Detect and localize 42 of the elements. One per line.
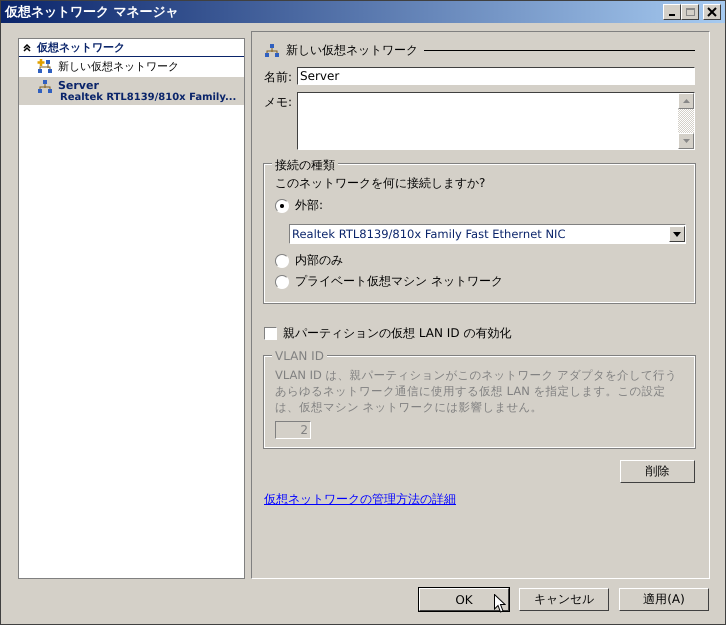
name-field[interactable]: Server xyxy=(297,67,695,85)
cursor-icon xyxy=(494,594,506,613)
sidebar-header[interactable]: 仮想ネットワーク xyxy=(19,39,244,57)
radio-label: プライベート仮想マシン ネットワーク xyxy=(295,273,503,290)
dialog-button[interactable]: 適用(A) xyxy=(619,588,709,611)
help-link[interactable]: 仮想ネットワークの管理方法の詳細 xyxy=(264,491,456,508)
section-title: 仮想ネットワーク xyxy=(37,40,125,55)
scrollbar[interactable] xyxy=(678,93,694,149)
scroll-up-icon xyxy=(682,99,690,103)
memo-field[interactable] xyxy=(297,92,695,150)
radio-label: 外部: xyxy=(295,197,324,214)
panel-title: 新しい仮想ネットワーク xyxy=(286,42,418,59)
sidebar-item[interactable]: 新しい仮想ネットワーク xyxy=(19,57,244,77)
dialog-button[interactable]: キャンセル xyxy=(519,588,609,611)
window-title: 仮想ネットワーク マネージャ xyxy=(5,4,180,21)
group-title: VLAN ID xyxy=(272,349,327,363)
field-label: メモ: xyxy=(264,94,291,111)
maximize-button[interactable] xyxy=(681,4,699,20)
minimize-button[interactable] xyxy=(663,4,681,20)
network-icon xyxy=(264,42,280,58)
adapter-dropdown[interactable]: Realtek RTL8139/810x Family Fast Ethernet NIC xyxy=(289,224,686,244)
radio-button[interactable] xyxy=(275,274,289,288)
radio-label: 内部のみ xyxy=(295,252,343,269)
checkbox-label: 親パーティションの仮想 LAN ID の有効化 xyxy=(283,325,512,342)
dialog-button[interactable]: OK xyxy=(419,588,509,611)
scroll-down-icon xyxy=(682,139,690,143)
close-icon xyxy=(707,7,717,17)
group-title: 接続の種類 xyxy=(272,157,338,174)
maximize-icon xyxy=(685,7,695,17)
collapse-icon[interactable] xyxy=(23,44,31,52)
question-text: このネットワークを何に接続しますか? xyxy=(275,175,486,192)
delete-button[interactable]: 削除 xyxy=(620,460,695,483)
field-label: 名前: xyxy=(264,69,291,86)
checkbox[interactable] xyxy=(264,327,277,340)
minimize-icon xyxy=(669,14,675,16)
description-text: VLAN ID は、親パーティションがこのネットワーク アダプタを介して行うあらゆるネットワーク通信に使用する仮想 LAN を指定します。この設定は、仮想マシン ネットワークには影響しません。 xyxy=(275,367,678,415)
radio-button[interactable] xyxy=(275,254,289,268)
network-icon xyxy=(37,79,53,95)
add-network-icon xyxy=(37,59,53,75)
sidebar-item[interactable]: Server Realtek RTL8139/810x Family... xyxy=(19,77,244,105)
radio-button[interactable] xyxy=(275,198,289,212)
close-button[interactable] xyxy=(703,4,721,20)
